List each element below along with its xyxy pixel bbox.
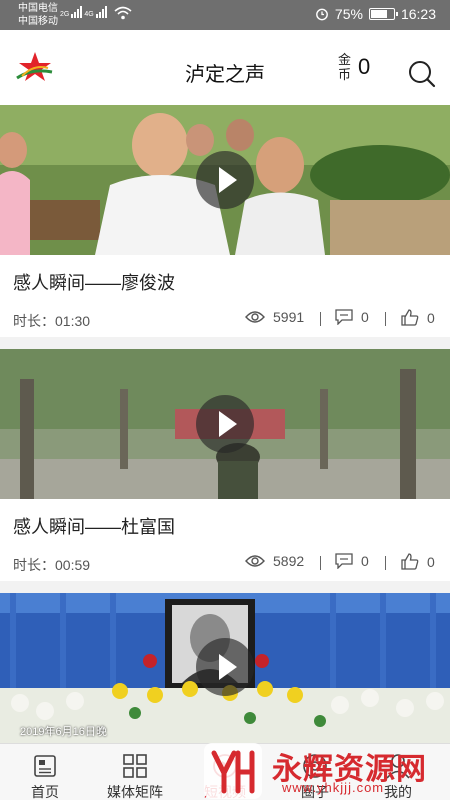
alarm-icon (316, 8, 328, 21)
views-count: 5892 (273, 553, 305, 569)
views-stat: 5991 (245, 309, 304, 325)
carrier-2: 中国移动 (18, 16, 58, 27)
app-header: 泸定之声 金币 0 (0, 30, 450, 105)
page-title: 泸定之声 (185, 64, 265, 86)
thumbs-up-icon (401, 553, 419, 570)
video-meta: 时长：01:30 5991 0 0 (13, 309, 439, 329)
tab-home[interactable]: 首页 (5, 752, 85, 800)
carrier-1: 中国电信 (18, 3, 58, 14)
comments-count: 0 (361, 553, 369, 569)
tab-label: 首页 (31, 784, 59, 800)
eye-icon (245, 555, 265, 567)
news-icon (34, 755, 56, 777)
video-meta: 时长：00:59 5892 0 0 (13, 553, 439, 573)
play-icon[interactable] (196, 395, 254, 453)
wifi-icon (114, 6, 132, 20)
tab-media-matrix[interactable]: 媒体矩阵 (95, 752, 175, 800)
coins-label: 金币 (338, 52, 352, 82)
search-icon[interactable] (408, 60, 436, 88)
views-stat: 5892 (245, 553, 304, 569)
status-bar: 中国电信 中国移动 2G 4G 75% 16:23 (0, 0, 450, 30)
likes-count: 0 (427, 553, 435, 570)
video-thumbnail[interactable] (0, 349, 450, 499)
video-card[interactable]: 感人瞬间——杜富国 时长：00:59 5892 0 0 (0, 349, 450, 581)
battery-icon (368, 8, 398, 20)
video-duration: 时长：00:59 (13, 557, 91, 573)
comment-icon (335, 309, 353, 325)
divider (385, 312, 386, 326)
video-card[interactable]: 感人瞬间——廖俊波 时长：01:30 5991 0 0 (0, 105, 450, 337)
battery-percent: 75% (334, 6, 363, 22)
play-icon[interactable] (196, 638, 254, 696)
signal-icon: 2G 4G (60, 6, 107, 18)
watermark-url: www.yhkjjj.com (282, 780, 385, 795)
video-thumbnail[interactable] (0, 105, 450, 255)
coins-display[interactable]: 金币 0 (338, 52, 370, 82)
thumbs-up-icon (401, 309, 419, 326)
video-date-stamp: 2019年6月16日晚 (20, 726, 107, 738)
divider (385, 556, 386, 570)
comment-icon (335, 553, 353, 569)
divider (320, 556, 321, 570)
comments-count: 0 (361, 309, 369, 325)
comments-stat[interactable]: 0 (335, 553, 369, 569)
likes-stat[interactable]: 0 (401, 309, 435, 326)
likes-count: 0 (427, 309, 435, 326)
views-count: 5991 (273, 309, 305, 325)
video-feed: 感人瞬间——廖俊波 时长：01:30 5991 0 0 感人瞬间——杜富国 时长… (0, 105, 450, 593)
clock: 16:23 (400, 6, 436, 22)
video-title[interactable]: 感人瞬间——廖俊波 (13, 269, 175, 295)
coins-value: 0 (358, 54, 371, 79)
divider (320, 312, 321, 326)
watermark-logo (204, 743, 262, 799)
tab-label: 媒体矩阵 (107, 784, 163, 800)
eye-icon (245, 311, 265, 323)
video-card[interactable]: 2019年6月16日晚 (0, 593, 450, 743)
comments-stat[interactable]: 0 (335, 309, 369, 325)
play-icon[interactable] (196, 151, 254, 209)
grid-icon (123, 754, 147, 778)
video-duration: 时长：01:30 (13, 313, 91, 329)
net-type-2: 4G (84, 11, 94, 18)
video-thumbnail[interactable]: 2019年6月16日晚 (0, 593, 450, 743)
watermark: 永辉资源网 www.yhkjjj.com (200, 742, 450, 800)
video-title[interactable]: 感人瞬间——杜富国 (13, 513, 175, 539)
net-type-1: 2G (60, 11, 70, 18)
likes-stat[interactable]: 0 (401, 553, 435, 570)
carrier-info: 中国电信 中国移动 (18, 2, 58, 28)
